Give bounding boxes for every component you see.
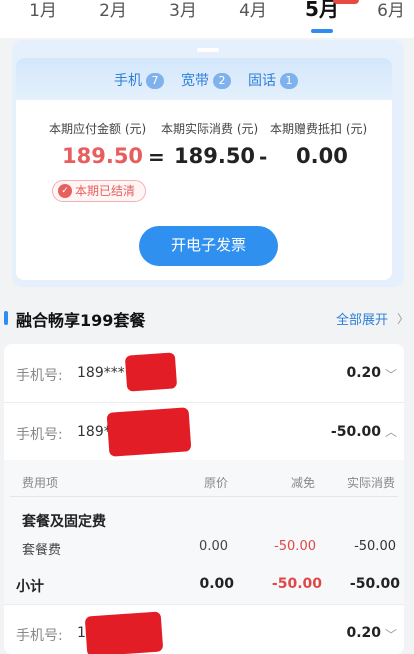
actual-amount: 189.50 <box>174 144 256 168</box>
gift-amount: 0.00 <box>296 144 348 168</box>
tab-month-6[interactable]: 6月 <box>366 0 414 22</box>
line-amount: 0.20 <box>346 365 381 381</box>
fee-group-title: 套餐及固定费 <box>22 514 106 530</box>
redaction-mark <box>84 611 164 654</box>
phone-number: 189*** <box>77 365 125 381</box>
pill-landline-count: 1 <box>280 73 298 89</box>
subtotal-original: 0.00 <box>199 576 234 592</box>
gift-label: 本期赠费抵扣 (元) <box>270 122 368 136</box>
settled-text: 本期已结清 <box>75 184 136 198</box>
check-icon: ✓ <box>58 184 72 198</box>
active-tab-indicator <box>311 29 333 33</box>
pill-mobile-count: 7 <box>146 73 164 89</box>
month-badge <box>333 0 359 4</box>
line-amount: 0.20 <box>346 625 381 641</box>
minus-sign: - <box>259 145 268 169</box>
fee-item-name: 套餐费 <box>22 543 62 558</box>
col-header-actual: 实际消费 <box>347 476 396 490</box>
pill-broadband[interactable]: 宽带 2 <box>181 71 231 91</box>
pill-landline[interactable]: 固话 1 <box>248 71 298 91</box>
subtotal-discount: -50.00 <box>271 576 322 592</box>
chevron-down-icon[interactable]: ﹀ <box>385 626 397 643</box>
settled-badge: ✓ 本期已结清 <box>52 180 146 202</box>
phone-label: 手机号: <box>16 368 63 384</box>
pill-mobile-label: 手机 <box>114 73 142 89</box>
col-header-discount: 减免 <box>291 476 316 490</box>
package-header: 融合畅享199套餐 全部展开 〉 <box>0 300 414 336</box>
fee-item-discount: -50.00 <box>274 539 316 554</box>
pill-mobile[interactable]: 手机 7 <box>114 71 164 91</box>
pill-broadband-label: 宽带 <box>181 73 209 89</box>
divider <box>4 604 404 605</box>
pill-broadband-count: 2 <box>213 73 231 89</box>
invoice-button[interactable]: 开电子发票 <box>139 226 278 266</box>
pill-landline-label: 固话 <box>248 73 276 89</box>
subtotal-label: 小计 <box>16 579 44 595</box>
col-header-original: 原价 <box>204 476 229 490</box>
actual-label: 本期实际消费 (元) <box>161 122 259 136</box>
equals-sign: = <box>148 145 165 169</box>
fee-item-actual: -50.00 <box>354 539 396 554</box>
divider <box>10 496 398 497</box>
chevron-right-icon: 〉 <box>397 312 410 326</box>
month-tab-bar: 1月 2月 3月 4月 5月 6月 <box>0 0 414 38</box>
line-amount: -50.00 <box>330 424 381 440</box>
col-header-item: 费用项 <box>22 476 59 490</box>
tab-month-3[interactable]: 3月 <box>158 0 208 22</box>
phone-label: 手机号: <box>16 628 63 644</box>
phone-label: 手机号: <box>16 427 63 443</box>
redaction-mark <box>124 352 178 392</box>
subtotal-actual: -50.00 <box>349 576 400 592</box>
fee-item-original: 0.00 <box>199 539 228 554</box>
payable-amount: 189.50 <box>62 144 144 168</box>
tab-month-2[interactable]: 2月 <box>88 0 138 22</box>
chevron-up-icon[interactable]: ︿ <box>385 423 397 440</box>
card-handle <box>197 48 219 52</box>
package-title: 融合畅享199套餐 <box>16 311 146 330</box>
divider <box>4 402 404 403</box>
section-accent-bar <box>4 311 8 325</box>
payable-label: 本期应付金额 (元) <box>49 122 147 136</box>
phone-number: 189* <box>77 424 111 440</box>
redaction-mark <box>106 407 192 457</box>
chevron-down-icon[interactable]: ﹀ <box>385 366 397 383</box>
tab-month-1[interactable]: 1月 <box>18 0 68 22</box>
expand-all-link[interactable]: 全部展开 <box>336 309 388 328</box>
tab-month-4[interactable]: 4月 <box>228 0 278 22</box>
